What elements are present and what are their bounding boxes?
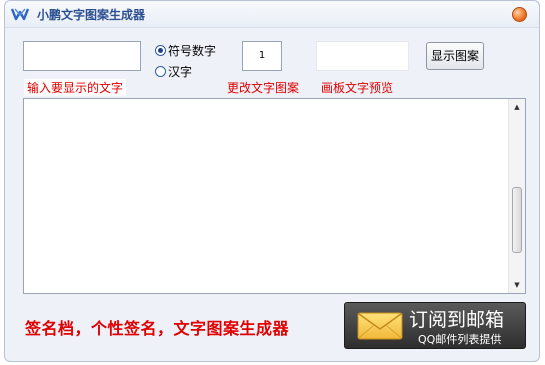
- preview-label: 画板文字预览: [321, 81, 394, 95]
- title-bar: 小鹏文字图案生成器: [5, 1, 539, 28]
- envelope-icon: [357, 312, 403, 340]
- show-pattern-button[interactable]: 显示图案: [426, 42, 484, 70]
- radio-chinese[interactable]: 汉字: [155, 63, 192, 80]
- app-window: 小鹏文字图案生成器 符号数字 汉字 1 显示图案 输入要显示的文字 更改文字图案…: [4, 0, 540, 362]
- vertical-scrollbar[interactable]: ▲ ▼: [508, 99, 525, 293]
- scroll-up-arrow-icon[interactable]: ▲: [509, 99, 525, 115]
- radio-unchecked-icon: [155, 66, 166, 77]
- app-logo-icon: [11, 8, 29, 21]
- input-hint-label: 输入要显示的文字: [24, 79, 127, 96]
- window-title: 小鹏文字图案生成器: [37, 8, 146, 22]
- scroll-down-arrow-icon[interactable]: ▼: [509, 277, 525, 293]
- subscribe-main-text: 订阅到邮箱: [409, 309, 505, 331]
- pattern-output-area[interactable]: ▲ ▼: [23, 98, 526, 294]
- radio-chinese-label: 汉字: [168, 65, 193, 79]
- pattern-number-input[interactable]: 1: [242, 41, 282, 71]
- radio-checked-icon: [155, 45, 166, 56]
- close-icon[interactable]: [512, 7, 527, 22]
- radio-symbols[interactable]: 符号数字: [155, 42, 216, 59]
- text-input[interactable]: [23, 41, 141, 71]
- subscribe-sub-text: QQ邮件列表提供: [418, 333, 502, 346]
- change-pattern-label: 更改文字图案: [227, 81, 300, 95]
- radio-symbols-label: 符号数字: [168, 44, 217, 58]
- preview-box: [316, 41, 409, 71]
- subscribe-banner[interactable]: 订阅到邮箱 QQ邮件列表提供: [344, 302, 526, 349]
- scroll-thumb[interactable]: [512, 187, 522, 253]
- tagline-text: 签名档，个性签名，文字图案生成器: [25, 319, 290, 338]
